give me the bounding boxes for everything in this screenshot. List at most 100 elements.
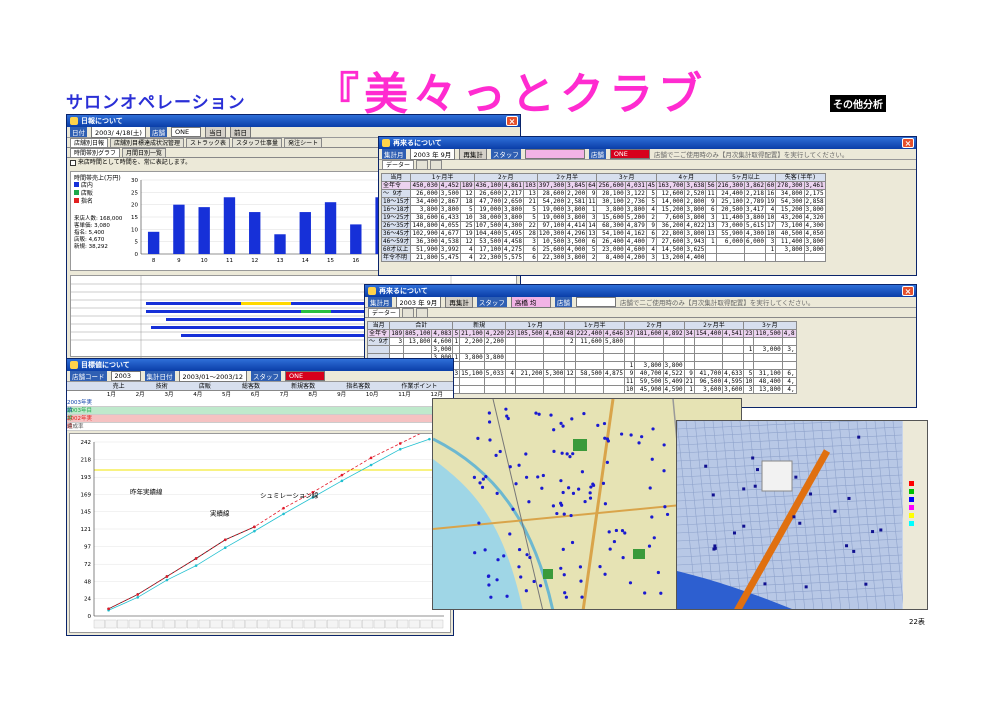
table-cell: [803, 253, 826, 262]
staff-field[interactable]: ONE: [285, 371, 326, 381]
recalc-button[interactable]: 再集計: [459, 148, 487, 160]
table-row[interactable]: 46～59才 36,300 4,538 12 53,500 4,458 3 10,500 3,5…: [380, 237, 826, 246]
table-cell: [574, 377, 604, 386]
club-name-title: 『美々っとクラブ: [315, 69, 707, 120]
tab-staff-workload[interactable]: スタッフ仕事量: [232, 138, 283, 147]
table-cell: [389, 345, 405, 354]
period-field[interactable]: 2003/01～2003/12: [178, 370, 248, 382]
table-cell: [634, 353, 664, 362]
column-header: 1ヶ月: [504, 321, 566, 330]
period-field[interactable]: 2003 年 9月: [409, 148, 456, 160]
customer-dot: [514, 482, 518, 486]
tab-2[interactable]: [402, 308, 414, 317]
table-cell: 3,800: [459, 353, 485, 362]
store-field[interactable]: ONE: [170, 127, 201, 137]
table-row[interactable]: ～ 9才 3 13,800 4,600 1 2,200 2,200 2 11,600 5,800: [366, 337, 797, 346]
table-cell: 23,000: [596, 245, 626, 254]
customer-dot: [552, 428, 556, 432]
table-cell: 96,500: [693, 377, 724, 386]
day-cell: [350, 619, 362, 629]
table-row[interactable]: 3,000 1 3,000 3,: [366, 345, 797, 354]
customer-dot: [534, 411, 538, 415]
today-button[interactable]: 当日: [204, 126, 226, 138]
table-row[interactable]: 19～25才 38,600 6,433 10 38,000 3,800 5 19,000 3,8…: [380, 213, 826, 222]
customer-dot: [552, 449, 556, 454]
customer-dot: [583, 499, 587, 504]
store-code-field[interactable]: 2003: [110, 371, 141, 381]
target-row[interactable]: 2003年目標: [67, 407, 453, 422]
customer-dot: [623, 531, 627, 535]
target-row[interactable]: 達成率: [67, 423, 453, 431]
date-field[interactable]: 2003/ 4/18(土): [91, 126, 146, 138]
tab-store-daily[interactable]: 店舗別日報: [70, 138, 109, 147]
table-cell: [623, 353, 636, 362]
map-window-2[interactable]: [676, 420, 928, 610]
store-label: 店舗: [149, 127, 167, 137]
column-header: 1ヶ月半: [410, 173, 475, 182]
table-cell: 6: [645, 229, 658, 238]
table-row[interactable]: 全年令 189 805,100 4,083 5 21,100 4,220 23 105,500 4…: [366, 329, 797, 338]
column-header: 失客(半年): [775, 173, 826, 182]
close-icon[interactable]: ×: [506, 116, 518, 126]
customer-dot: [569, 513, 573, 518]
target-row[interactable]: 2002年実績: [67, 415, 453, 430]
table-row[interactable]: 36～45才 102,900 4,677 19 104,400 5,495 28 120,30…: [380, 229, 826, 238]
month-label: 3月: [164, 392, 174, 398]
table-row[interactable]: 16～18才 3,800 3,800 5 19,000 3,800 5 19,000 3,800…: [380, 205, 826, 214]
day-cell: [233, 619, 245, 629]
table-cell: 11,400: [775, 237, 805, 246]
table-cell: 22,800: [656, 229, 686, 238]
close-icon[interactable]: ×: [902, 138, 914, 148]
tab-struck[interactable]: ストラック表: [186, 138, 231, 147]
tab-data[interactable]: データー: [368, 308, 401, 317]
tab-monthly-list[interactable]: 月間日別一覧: [122, 148, 167, 157]
table-cell: 4,595: [722, 377, 745, 386]
recalc-button[interactable]: 再集計: [445, 296, 473, 308]
table-row[interactable]: 26～35才 140,800 4,055 25 107,500 4,300 22 97,100…: [380, 221, 826, 230]
y-tick-label: 0: [88, 614, 92, 620]
y-tick-label: 20: [131, 203, 138, 209]
close-icon[interactable]: ×: [902, 286, 914, 296]
table-cell: 3,800: [803, 245, 826, 254]
stat-item: 客単価: 3,080: [74, 223, 110, 229]
tab-order-sheet[interactable]: 発注シート: [284, 138, 323, 147]
table-cell: 9: [705, 197, 717, 206]
customer-dot: [879, 528, 883, 532]
prev-day-button[interactable]: 前日: [229, 126, 251, 138]
customer-dot: [792, 515, 796, 519]
table-cell: 4,522: [662, 369, 685, 378]
tab-data[interactable]: データー: [382, 160, 415, 169]
table-cell: 4: [504, 369, 517, 378]
customer-dot: [483, 548, 487, 552]
window-title: 再来るについて: [393, 139, 442, 147]
tab-hourly-graph[interactable]: 時間帯別グラフ: [70, 148, 121, 157]
table-row[interactable]: 10～15才 34,400 2,867 18 47,700 2,650 21 54,200 2,…: [380, 197, 826, 206]
checkbox[interactable]: [70, 159, 76, 166]
tab-2[interactable]: [416, 160, 428, 169]
store-field[interactable]: ONE: [609, 149, 650, 159]
table-row[interactable]: 60才以上 51,900 3,992 4 17,100 4,275 6 25,600 4,000…: [380, 245, 826, 254]
customer-dot: [536, 475, 540, 479]
table-row[interactable]: 全年令 450,030 4,452 189 436,100 4,861 103 397,300…: [380, 181, 826, 190]
table-cell: 19,000: [536, 213, 567, 222]
tab-target-status[interactable]: 店舗別目標達成状況管理: [110, 138, 185, 147]
staff-field[interactable]: 高橋 均: [510, 296, 551, 308]
column-header: 当月: [366, 321, 391, 330]
customer-dot: [602, 421, 607, 426]
table-cell: 4,414: [565, 221, 588, 230]
table-cell: 9: [645, 221, 658, 230]
x-tick-label: 8: [152, 258, 156, 264]
table-cell: [574, 353, 604, 362]
target-row[interactable]: 2003年実績: [67, 399, 453, 414]
x-tick-label: 13: [277, 258, 284, 264]
tab-3[interactable]: [429, 160, 442, 169]
table-cell: 4,220: [483, 329, 506, 338]
staff-field[interactable]: [524, 149, 585, 159]
store-field[interactable]: [575, 297, 616, 307]
table-row[interactable]: ～ 9才 26,000 3,500 12 26,600 2,217 13 28,600 2,20…: [380, 189, 826, 198]
row-label: 26～35才: [380, 221, 412, 230]
series-point: [369, 456, 373, 460]
tab-3[interactable]: [415, 308, 428, 317]
table-row[interactable]: 年令不明 21,800 5,475 4 22,300 5,575 6 22,300 3,800 2…: [380, 253, 826, 262]
period-field[interactable]: 2003 年 9月: [395, 296, 442, 308]
